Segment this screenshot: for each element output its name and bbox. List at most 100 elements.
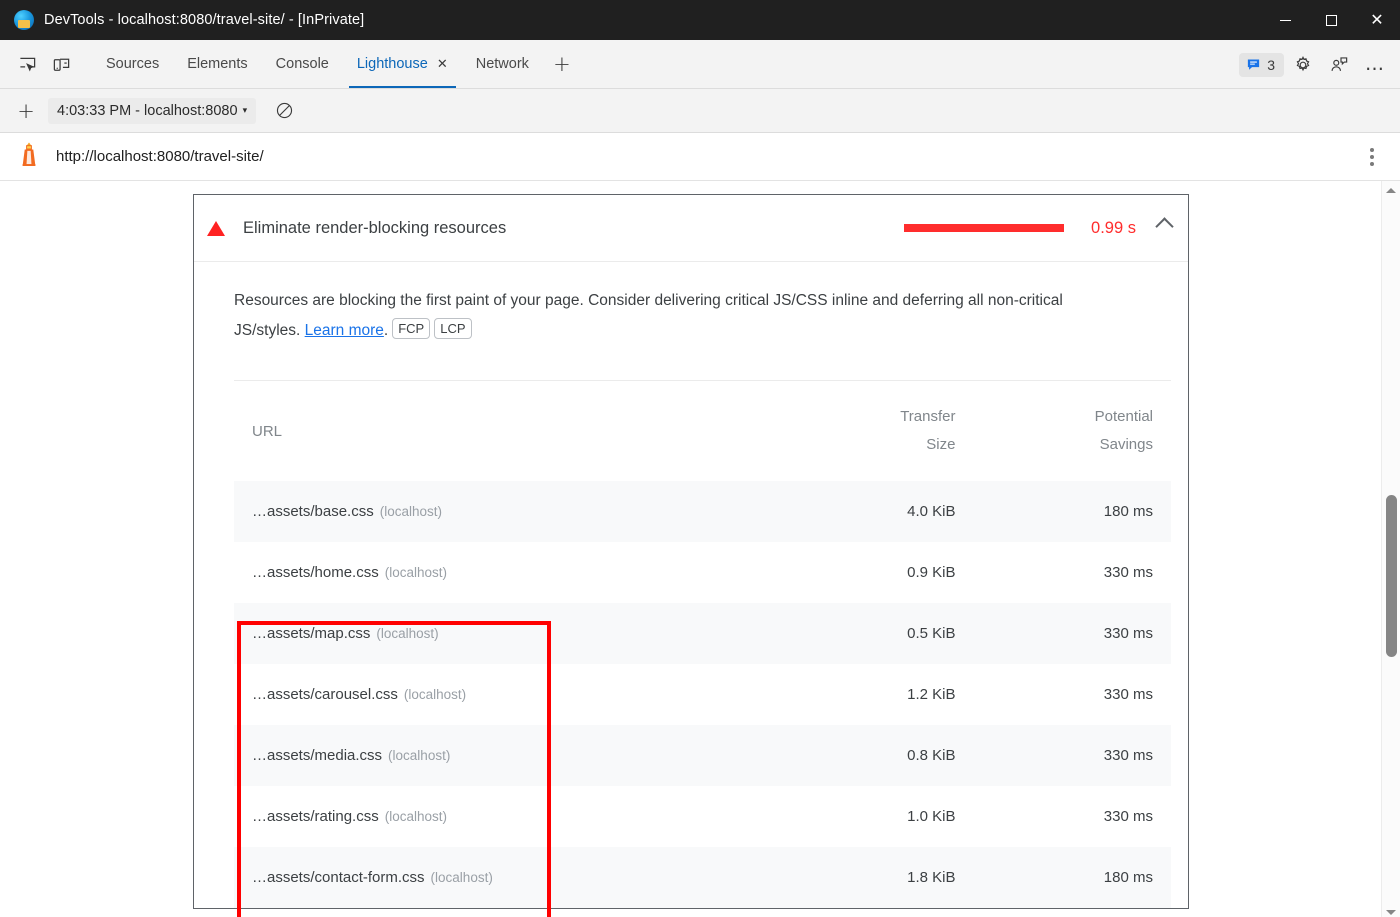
audit-score-bar — [904, 224, 1064, 232]
resource-host: (localhost) — [385, 565, 447, 580]
more-options-button[interactable]: … — [1358, 48, 1392, 82]
cell-transfer-size: 1.8 KiB — [740, 847, 956, 908]
table-row[interactable]: …assets/contact-form.css(localhost) 1.8 … — [234, 847, 1171, 908]
gear-icon[interactable] — [1286, 48, 1320, 82]
table-header: URL Transfer Size Potential Savings — [234, 381, 1171, 482]
issues-count: 3 — [1267, 57, 1275, 73]
tab-label: Elements — [187, 56, 247, 72]
cell-url: …assets/contact-form.css(localhost) — [234, 847, 740, 908]
table-row[interactable]: …assets/media.css(localhost) 0.8 KiB 330… — [234, 725, 1171, 786]
cell-url: …assets/base.css(localhost) — [234, 481, 740, 542]
table-row[interactable]: …assets/rating.css(localhost) 1.0 KiB 33… — [234, 786, 1171, 847]
cell-potential-savings: 330 ms — [955, 542, 1171, 603]
device-toolbar-icon[interactable] — [44, 40, 78, 88]
resource-url: …assets/carousel.css — [252, 686, 398, 703]
report-url-bar: http://localhost:8080/travel-site/ — [0, 133, 1400, 181]
close-icon: ✕ — [1370, 12, 1383, 28]
new-report-button[interactable]: + — [10, 95, 42, 127]
render-blocking-resources-table: URL Transfer Size Potential Savings …ass… — [234, 380, 1171, 908]
resource-url: …assets/map.css — [252, 625, 370, 642]
lighthouse-toolbar: + 4:03:33 PM - localhost:8080 ▾ — [0, 89, 1400, 133]
report-run-value: 4:03:33 PM - localhost:8080 — [57, 103, 238, 119]
tab-label: Sources — [106, 56, 159, 72]
edge-logo-icon — [14, 10, 34, 30]
more-vertical-icon[interactable] — [1362, 142, 1382, 172]
cell-transfer-size: 0.8 KiB — [740, 725, 956, 786]
more-horizontal-icon: … — [1365, 55, 1385, 74]
report-run-selector[interactable]: 4:03:33 PM - localhost:8080 ▾ — [48, 98, 256, 124]
cell-url: …assets/map.css (localhost) — [234, 603, 740, 664]
maximize-button[interactable] — [1308, 0, 1354, 40]
lighthouse-report-content: Eliminate render-blocking resources 0.99… — [0, 181, 1381, 917]
column-header-transfer-size[interactable]: Transfer Size — [740, 381, 956, 482]
window-controls: ✕ — [1262, 0, 1400, 40]
add-tab-button[interactable]: + — [543, 40, 581, 88]
clear-reports-button[interactable] — [268, 95, 300, 127]
cell-potential-savings: 330 ms — [955, 603, 1171, 664]
resource-url: …assets/home.css — [252, 564, 379, 581]
issues-badge[interactable]: 3 — [1239, 53, 1284, 77]
resource-url: …assets/base.css — [252, 503, 374, 520]
table-body: …assets/base.css(localhost) 4.0 KiB 180 … — [234, 481, 1171, 908]
column-header-line1: Transfer Size — [900, 408, 955, 453]
close-icon[interactable]: ✕ — [437, 57, 448, 72]
chevron-down-icon: ▾ — [243, 106, 248, 116]
table-row[interactable]: …assets/base.css(localhost) 4.0 KiB 180 … — [234, 481, 1171, 542]
chevron-up-icon[interactable] — [1155, 217, 1173, 235]
tab-lighthouse[interactable]: Lighthouse ✕ — [343, 40, 462, 88]
issues-message-icon — [1246, 57, 1261, 72]
tab-elements[interactable]: Elements — [173, 40, 261, 88]
audit-header[interactable]: Eliminate render-blocking resources 0.99… — [194, 195, 1188, 262]
cell-transfer-size: 1.2 KiB — [740, 664, 956, 725]
window-title-bar: DevTools - localhost:8080/travel-site/ -… — [0, 0, 1400, 40]
minimize-button[interactable] — [1262, 0, 1308, 40]
vertical-scrollbar[interactable] — [1381, 181, 1400, 917]
cell-transfer-size: 1.0 KiB — [740, 786, 956, 847]
tab-network[interactable]: Network — [462, 40, 543, 88]
report-url: http://localhost:8080/travel-site/ — [56, 148, 264, 165]
close-button[interactable]: ✕ — [1354, 0, 1400, 40]
cell-potential-savings: 330 ms — [955, 725, 1171, 786]
table-row[interactable]: …assets/map.css (localhost) 0.5 KiB 330 m… — [234, 603, 1171, 664]
learn-more-link[interactable]: Learn more — [305, 322, 384, 339]
resource-url: …assets/rating.css — [252, 808, 379, 825]
tabstrip-actions: 3 … — [1239, 40, 1392, 89]
warning-triangle-icon — [207, 221, 225, 236]
lighthouse-report-viewport: Eliminate render-blocking resources 0.99… — [0, 181, 1400, 917]
column-header-url[interactable]: URL — [234, 381, 740, 482]
column-header-line1: Potential Savings — [1095, 408, 1153, 453]
audit-description-suffix: . — [384, 322, 388, 339]
resource-host: (localhost) — [376, 626, 438, 641]
resource-host: (localhost) — [388, 748, 450, 763]
audit-description: Resources are blocking the first paint o… — [194, 262, 1154, 350]
tab-console[interactable]: Console — [262, 40, 343, 88]
clear-no-entry-icon — [275, 101, 294, 120]
resource-host: (localhost) — [385, 809, 447, 824]
cell-url: …assets/home.css (localhost) — [234, 542, 740, 603]
metric-pill-fcp: FCP — [392, 318, 430, 339]
cell-potential-savings: 180 ms — [955, 847, 1171, 908]
table-row[interactable]: …assets/home.css (localhost) 0.9 KiB 330 … — [234, 542, 1171, 603]
tab-label: Network — [476, 56, 529, 72]
scroll-up-arrow-icon[interactable] — [1382, 181, 1400, 199]
scrollbar-thumb[interactable] — [1386, 495, 1397, 657]
audit-eliminate-render-blocking-resources: Eliminate render-blocking resources 0.99… — [193, 194, 1189, 909]
tab-label: Lighthouse — [357, 56, 428, 72]
resource-url: …assets/contact-form.css — [252, 869, 425, 886]
maximize-icon — [1326, 15, 1337, 26]
minimize-icon — [1280, 20, 1291, 21]
cell-potential-savings: 180 ms — [955, 481, 1171, 542]
window-title: DevTools - localhost:8080/travel-site/ -… — [44, 12, 364, 28]
table-row[interactable]: …assets/carousel.css(localhost) 1.2 KiB … — [234, 664, 1171, 725]
column-header-potential-savings[interactable]: Potential Savings — [955, 381, 1171, 482]
cell-transfer-size: 0.5 KiB — [740, 603, 956, 664]
inspect-element-icon[interactable] — [10, 40, 44, 88]
cell-url: …assets/media.css(localhost) — [234, 725, 740, 786]
scroll-down-arrow-icon[interactable] — [1382, 903, 1400, 917]
cell-transfer-size: 0.9 KiB — [740, 542, 956, 603]
cell-url: …assets/carousel.css(localhost) — [234, 664, 740, 725]
cell-transfer-size: 4.0 KiB — [740, 481, 956, 542]
tab-sources[interactable]: Sources — [92, 40, 173, 88]
cell-potential-savings: 330 ms — [955, 664, 1171, 725]
feedback-person-icon[interactable] — [1322, 48, 1356, 82]
